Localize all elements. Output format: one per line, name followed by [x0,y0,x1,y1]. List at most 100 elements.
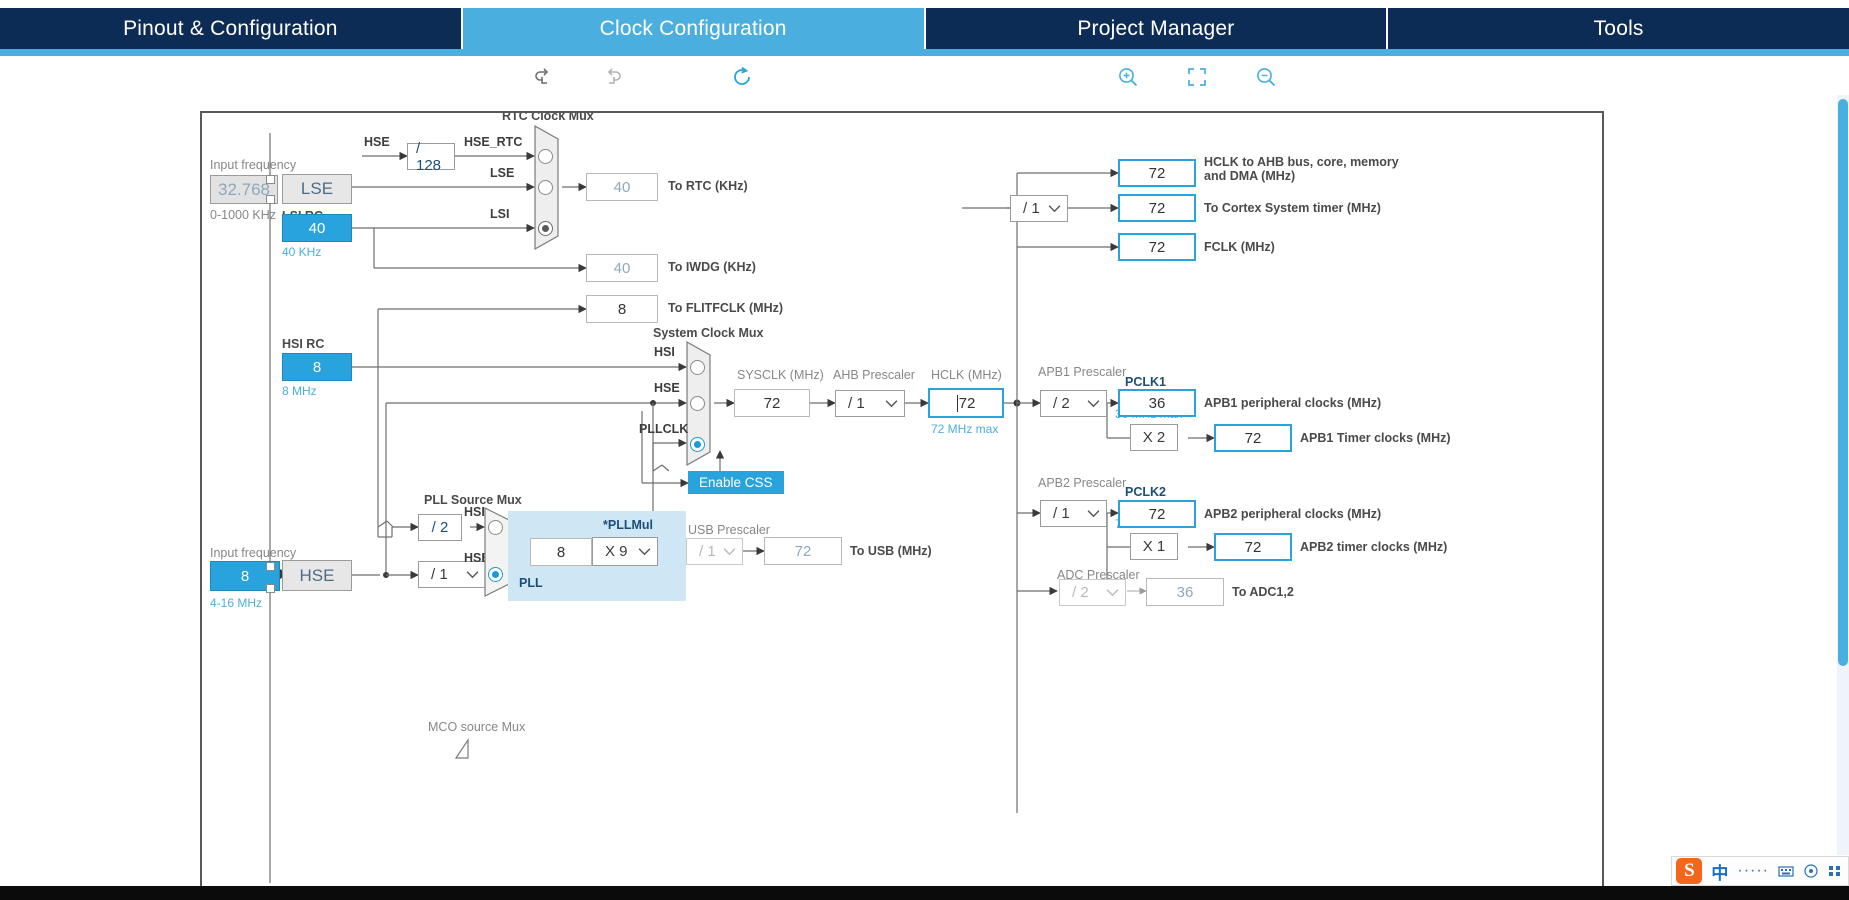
hclk-field[interactable]: 72 [928,388,1004,418]
text-caret [956,394,958,412]
ime-toolbox-icon[interactable] [1803,863,1819,879]
hse-range-note: 4-16 MHz [210,596,263,610]
undo-button[interactable] [529,63,559,91]
chevron-down-icon [1087,400,1100,408]
pll-input-field[interactable]: 8 [530,538,592,566]
hse-pin-stub-top[interactable] [266,562,275,571]
rtc-mux-lsi-label: LSI [490,207,510,221]
pll-mux-input-hse[interactable] [488,567,503,582]
tab-tools[interactable]: Tools [1388,8,1849,49]
apb2-timer-multiplier-value: X 1 [1142,538,1166,555]
pll-input-value: 8 [556,543,566,561]
redo-icon [607,68,621,84]
apb1-timer-multiplier[interactable]: X 2 [1130,424,1178,451]
hsi-rc-value-field[interactable]: 8 [282,353,352,381]
canvas-vertical-scrollbar-thumb[interactable] [1838,99,1848,666]
ahb-prescaler-value: / 1 [848,395,865,412]
hse-block[interactable]: HSE [282,560,352,591]
apb2-peripheral-clocks-field[interactable]: 72 [1118,500,1196,528]
system-clock-mux[interactable] [686,341,716,466]
to-usb-label: To USB (MHz) [850,544,932,558]
hse-pin-stub-bottom[interactable] [266,584,275,593]
sys-mux-input-hsi[interactable] [690,360,705,375]
apb1-prescaler-value: / 2 [1053,395,1070,412]
zoom-out-icon [1257,68,1276,87]
chevron-down-icon [723,548,736,556]
ime-mode-toggle[interactable]: 中 [1711,859,1728,884]
pll-panel-label: PLL [519,576,543,590]
zoom-out-button[interactable] [1251,63,1281,91]
pll-hsi-divider[interactable]: / 2 [418,514,462,541]
to-rtc-field[interactable]: 40 [586,173,658,201]
lse-pin-stub-top[interactable] [266,175,275,184]
redo-button[interactable] [597,63,627,91]
apb2-timer-multiplier[interactable]: X 1 [1130,533,1178,560]
rtc-mux-input-hse-rtc[interactable] [538,149,553,164]
rtc-mux-input-lsi[interactable] [538,221,553,236]
chevron-down-icon [1087,510,1100,518]
sysclk-field[interactable]: 72 [734,389,810,417]
hsi-rc-value: 8 [312,358,322,376]
pll-mux-input-hsi[interactable] [488,520,503,535]
apb2-timer-clocks-value: 72 [1244,538,1262,556]
to-flitfclk-field[interactable]: 8 [586,295,658,323]
lsi-rc-value: 40 [308,219,326,237]
apb1-timer-clocks-field[interactable]: 72 [1214,424,1292,452]
apb2-prescaler-label: APB2 Prescaler [1038,476,1127,490]
apb2-timer-clocks-field[interactable]: 72 [1214,533,1292,561]
ime-toolbar[interactable]: S 中 ····· [1671,856,1849,886]
adc-prescaler-select[interactable]: / 2 [1059,579,1126,606]
tab-label: Pinout & Configuration [123,16,338,40]
sysclk-value: 72 [763,394,781,412]
canvas-vertical-scrollbar[interactable] [1837,95,1849,855]
apb1-peripheral-clocks-field[interactable]: 36 [1118,389,1196,417]
cortex-system-timer-field[interactable]: 72 [1118,194,1196,222]
to-adc-field[interactable]: 36 [1146,578,1224,606]
cortex-timer-prescaler-select[interactable]: / 1 [1010,195,1068,222]
tab-pinout-configuration[interactable]: Pinout & Configuration [0,8,463,49]
apb1-prescaler-select[interactable]: / 2 [1040,390,1107,417]
ime-menu-icon[interactable] [1828,863,1842,879]
to-usb-field[interactable]: 72 [764,537,842,565]
pll-hse-divider-select[interactable]: / 1 [418,561,486,588]
clock-toolbar: Resolve Clock Issues [0,56,1849,152]
rtc-clock-mux[interactable] [534,125,564,250]
zoom-in-icon [1119,68,1138,87]
tab-clock-configuration[interactable]: Clock Configuration [462,8,926,49]
ahb-prescaler-label: AHB Prescaler [833,368,915,382]
to-flitfclk-value: 8 [617,300,627,318]
pllmul-value: X 9 [605,543,628,560]
ime-more-dots-icon[interactable]: ····· [1737,862,1769,880]
clock-tree-canvas[interactable]: Input frequency 32.768 0-1000 KHz LSE LS… [200,111,1604,888]
mco-source-mux-shape[interactable] [454,738,478,760]
fclk-value: 72 [1148,238,1166,256]
sogou-ime-logo-icon[interactable]: S [1676,858,1703,884]
rtc-mux-input-lse[interactable] [538,180,553,195]
ime-keyboard-icon[interactable] [1778,863,1794,879]
lsi-rc-value-field[interactable]: 40 [282,214,352,242]
pllmul-select[interactable]: X 9 [592,537,658,566]
apb2-prescaler-select[interactable]: / 1 [1040,500,1107,527]
hclk-label: HCLK (MHz) [931,368,1002,382]
zoom-in-button[interactable] [1113,63,1143,91]
hclk-value: 72 [958,394,976,412]
apb1-peripheral-clocks-value: 36 [1148,394,1166,412]
hclk-to-ahb-field[interactable]: 72 [1118,159,1196,187]
lse-pin-stub-bottom[interactable] [266,195,275,204]
to-iwdg-label: To IWDG (KHz) [668,260,756,274]
fit-to-screen-button[interactable] [1182,63,1212,91]
reset-clock-button[interactable] [727,63,757,91]
lse-block[interactable]: LSE [282,174,352,204]
hse-rtc-signal-label: HSE_RTC [464,135,523,149]
sys-mux-input-hse[interactable] [690,396,705,411]
hse-rtc-divider[interactable]: / 128 [407,140,455,174]
fclk-field[interactable]: 72 [1118,233,1196,261]
enable-css-button[interactable]: Enable CSS [688,471,784,494]
main-tab-bar: Pinout & Configuration Clock Configurati… [0,8,1849,49]
sys-mux-input-pllclk[interactable] [690,437,705,452]
to-iwdg-field[interactable]: 40 [586,254,658,282]
hse-signal-label: HSE [364,135,390,149]
usb-prescaler-select[interactable]: / 1 [686,538,743,565]
tab-project-manager[interactable]: Project Manager [925,8,1389,49]
ahb-prescaler-select[interactable]: / 1 [835,390,905,417]
